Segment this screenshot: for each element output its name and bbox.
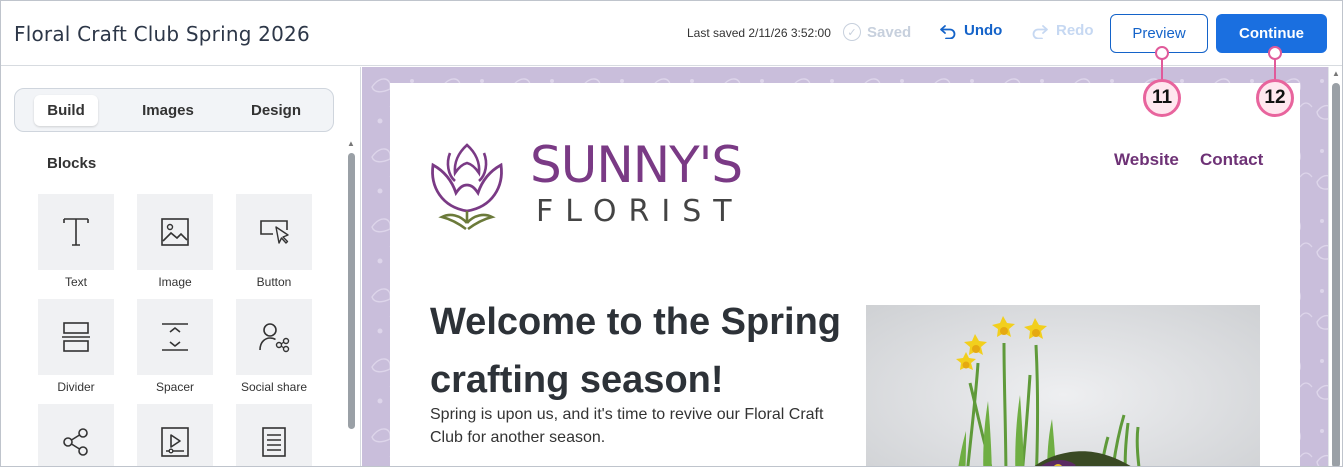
blocks-heading: Blocks: [47, 155, 97, 172]
block-divider-tile[interactable]: [38, 299, 114, 375]
block-spacer-tile[interactable]: [137, 299, 213, 375]
redo-button[interactable]: Redo: [1031, 22, 1094, 39]
block-video-tile[interactable]: [137, 404, 213, 466]
block-share-tile[interactable]: [38, 404, 114, 466]
brand-name: SUNNY'S: [530, 136, 743, 194]
video-icon: [161, 427, 189, 457]
tab-design[interactable]: Design: [241, 95, 311, 126]
block-button-tile[interactable]: [236, 194, 312, 270]
nav-link-contact[interactable]: Contact: [1200, 150, 1263, 170]
document-icon: [262, 427, 286, 457]
block-text[interactable]: Text: [38, 194, 114, 289]
nav-link-website[interactable]: Website: [1114, 150, 1179, 170]
block-label: Spacer: [155, 380, 195, 394]
block-social-share-tile[interactable]: [236, 299, 312, 375]
block-button[interactable]: Button: [236, 194, 312, 289]
hero-image[interactable]: [866, 305, 1260, 466]
block-spacer[interactable]: Spacer: [137, 299, 213, 394]
undo-icon: [940, 24, 956, 39]
email-canvas: SUNNY'S FLORIST Website Contact Welcome …: [362, 67, 1328, 466]
social-share-icon: [259, 323, 290, 353]
block-divider[interactable]: Divider: [38, 299, 114, 394]
top-bar: Floral Craft Club Spring 2026 Last saved…: [1, 1, 1342, 66]
share-icon: [63, 428, 88, 456]
block-text-tile[interactable]: [38, 194, 114, 270]
brand-subtitle: FLORIST: [536, 194, 744, 229]
canvas-scroll-thumb[interactable]: [1332, 83, 1340, 466]
block-image-tile[interactable]: [137, 194, 213, 270]
daffodil-plant-image: [866, 305, 1260, 466]
panel-tabs: Build Images Design: [14, 88, 334, 132]
button-icon: [260, 220, 289, 244]
block-image[interactable]: Image: [137, 194, 213, 289]
saved-status: ✓ Saved: [843, 23, 911, 41]
scroll-up-arrow-icon[interactable]: ▲: [347, 139, 355, 148]
email-body-text[interactable]: Spring is upon us, and it's time to revi…: [430, 403, 840, 449]
undo-button[interactable]: Undo: [939, 22, 1002, 39]
block-document[interactable]: [236, 404, 312, 466]
last-saved-text: Last saved 2/11/26 3:52:00: [687, 26, 831, 40]
block-label: Text: [64, 275, 87, 289]
tulip-logo-icon: [431, 143, 503, 231]
left-panel-scrollbar[interactable]: ▲: [345, 139, 357, 466]
saved-label: Saved: [867, 23, 912, 41]
text-icon: [63, 218, 89, 246]
block-label: Social share: [240, 380, 308, 394]
block-social-share[interactable]: Social share: [236, 299, 312, 394]
image-icon: [161, 218, 189, 246]
block-label: Image: [158, 275, 192, 289]
callout-anchor-dot: [1155, 46, 1169, 60]
redo-label: Redo: [1056, 22, 1094, 39]
callout-badge-preview: 11: [1143, 79, 1181, 117]
email-body[interactable]: SUNNY'S FLORIST Website Contact Welcome …: [390, 83, 1300, 466]
block-document-tile[interactable]: [236, 404, 312, 466]
block-label: Button: [256, 275, 292, 289]
left-panel: Build Images Design Blocks Text Image Bu…: [1, 67, 361, 466]
canvas-scrollbar[interactable]: ▲: [1328, 67, 1342, 466]
florist-logo: [428, 141, 506, 238]
check-circle-icon: ✓: [843, 23, 861, 41]
block-share[interactable]: [38, 404, 114, 466]
document-title[interactable]: Floral Craft Club Spring 2026: [14, 22, 310, 46]
undo-label: Undo: [964, 22, 1003, 39]
callout-anchor-dot: [1268, 46, 1282, 60]
app-window: Floral Craft Club Spring 2026 Last saved…: [0, 0, 1343, 467]
tab-images[interactable]: Images: [133, 95, 203, 126]
email-headline[interactable]: Welcome to the Spring crafting season!: [430, 293, 850, 409]
left-panel-scroll-thumb[interactable]: [348, 153, 355, 429]
scroll-up-arrow-icon[interactable]: ▲: [1332, 69, 1340, 78]
divider-icon: [62, 322, 90, 352]
tab-build[interactable]: Build: [34, 95, 98, 126]
block-label: Divider: [57, 380, 95, 394]
callout-badge-continue: 12: [1256, 79, 1294, 117]
redo-icon: [1032, 24, 1048, 39]
block-video[interactable]: [137, 404, 213, 466]
spacer-icon: [162, 323, 188, 351]
